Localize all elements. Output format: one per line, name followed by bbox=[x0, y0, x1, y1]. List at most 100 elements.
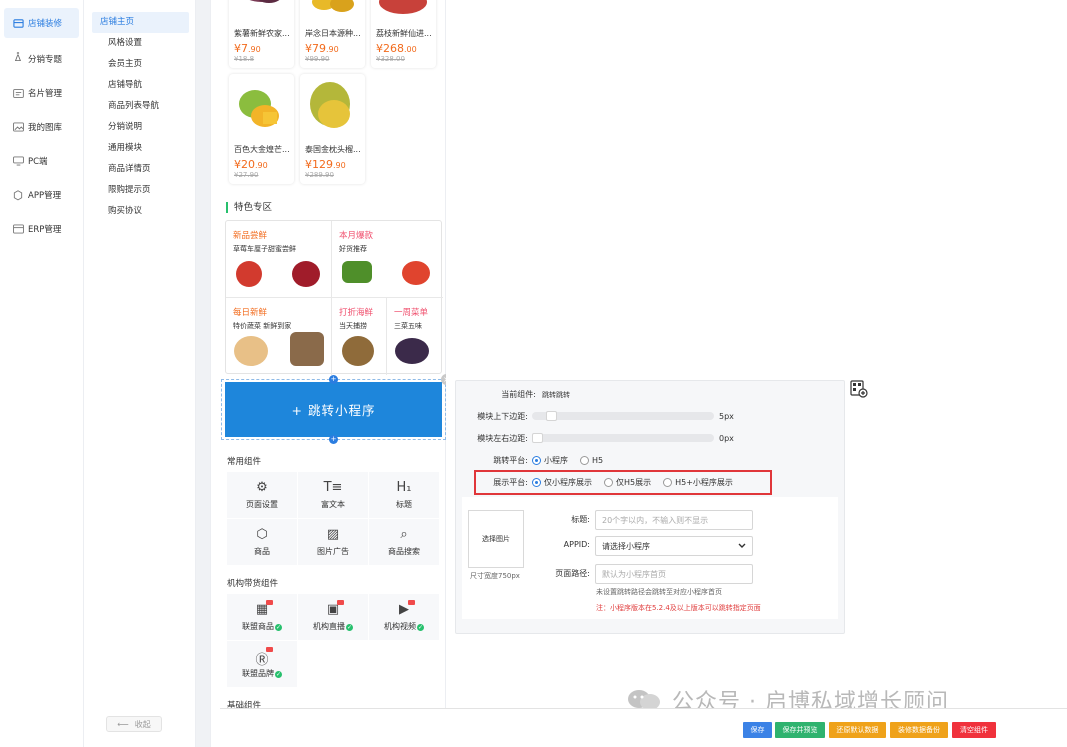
platform-radio-miniprogram[interactable]: 小程序 bbox=[532, 455, 568, 466]
collapse-icon: ⟵ bbox=[117, 719, 129, 729]
version-warning: 注：小程序版本在5.2.4及以上版本可以跳转指定页面 bbox=[596, 604, 761, 612]
current-component-value: 跳转跳转 bbox=[542, 390, 570, 399]
component-goods-search[interactable]: ⌕ 商品搜索 bbox=[369, 519, 439, 565]
subnav-item-agreement[interactable]: 购买协议 bbox=[92, 201, 189, 222]
component-page-settings[interactable]: ⚙ 页面设置 bbox=[227, 472, 297, 518]
nav-label: 店铺装修 bbox=[28, 19, 63, 29]
rich-text-icon: T≡ bbox=[323, 480, 343, 495]
feature-cell-title: 每日新鲜 bbox=[233, 308, 268, 318]
subnav-item-common-module[interactable]: 通用模块 bbox=[92, 138, 189, 159]
product-price: ¥79.90 bbox=[305, 42, 339, 55]
component-alliance-brand[interactable]: Ⓡ 联盟品牌 ✓ bbox=[227, 641, 297, 687]
product-name: 百色大金煌芒... bbox=[234, 145, 290, 154]
subnav-item-style[interactable]: 风格设置 bbox=[92, 33, 189, 54]
org-components-title: 机构带货组件 bbox=[227, 579, 279, 589]
margin-tb-slider[interactable] bbox=[532, 411, 714, 421]
nav-label: 我的图库 bbox=[28, 123, 63, 133]
product-image bbox=[300, 0, 365, 24]
subnav-item-member[interactable]: 会员主页 bbox=[92, 54, 189, 75]
component-org-video[interactable]: ▶ 机构视频 ✓ bbox=[369, 594, 439, 640]
subnav-item-goods-list-nav[interactable]: 商品列表导航 bbox=[92, 96, 189, 117]
feature-cell[interactable]: 一周菜单 三菜五味 bbox=[387, 298, 443, 375]
title-field-label: 标题: bbox=[571, 515, 590, 524]
erp-icon bbox=[12, 223, 24, 235]
feature-cell[interactable]: 打折海鲜 当天捕捞 bbox=[332, 298, 387, 375]
margin-lr-slider-handle[interactable] bbox=[532, 433, 543, 443]
component-image-ad[interactable]: ▨ 图片广告 bbox=[298, 519, 368, 565]
margin-lr-slider[interactable] bbox=[532, 433, 714, 443]
check-icon: ✓ bbox=[275, 624, 282, 631]
feature-cell-title: 新品尝鲜 bbox=[233, 231, 268, 241]
feature-section-title: 特色专区 bbox=[226, 202, 272, 213]
select-image-button[interactable]: 选择图片 bbox=[468, 510, 524, 568]
feature-cell-subtitle: 好货推荐 bbox=[339, 245, 367, 253]
editor-workspace bbox=[446, 0, 1067, 747]
product-row: 百色大金煌芒... ¥20.90 ¥27.90 泰国金枕头榴... ¥129.9… bbox=[229, 74, 365, 184]
add-below-icon[interactable]: + bbox=[329, 435, 338, 444]
image-icon: ▨ bbox=[326, 527, 340, 542]
path-input[interactable]: 默认为小程序首页 bbox=[595, 564, 753, 584]
new-badge bbox=[408, 600, 415, 605]
appid-select[interactable]: 请选择小程序 bbox=[595, 536, 753, 556]
cherry-image bbox=[292, 261, 320, 287]
nav-item-app[interactable]: APP管理 bbox=[0, 178, 83, 212]
feature-cell-subtitle: 三菜五味 bbox=[394, 322, 422, 330]
component-goods[interactable]: ⬡ 商品 bbox=[227, 519, 297, 565]
secondary-nav: 店铺主页 风格设置 会员主页 店铺导航 商品列表导航 分销说明 通用模块 商品详… bbox=[84, 0, 196, 747]
qrcode-preview-icon[interactable] bbox=[850, 380, 868, 398]
primary-nav: 店铺装修 ᐂ 分销专题 名片管理 我的图库 PC端 APP管理 ERP管理 bbox=[0, 0, 84, 747]
platform-radio-h5[interactable]: H5 bbox=[580, 455, 603, 466]
subnav-item-home[interactable]: 店铺主页 bbox=[92, 12, 189, 33]
subnav-item-shop-nav[interactable]: 店铺导航 bbox=[92, 75, 189, 96]
settings-icon: ⚙ bbox=[256, 480, 268, 495]
current-component-label: 当前组件: bbox=[501, 390, 536, 399]
component-alliance-goods[interactable]: ▦ 联盟商品 ✓ bbox=[227, 594, 297, 640]
feature-grid[interactable]: 新品尝鲜 草莓车厘子甜蜜尝鲜 本月爆款 好货推荐 每日新鲜 特价蔬菜 新鲜到家 … bbox=[225, 220, 443, 375]
subnav-item-limit-tip[interactable]: 限购提示页 bbox=[92, 180, 189, 201]
jump-mini-program-component[interactable]: + 跳转小程序 bbox=[225, 382, 442, 437]
org-components-grid: ▦ 联盟商品 ✓ ▣ 机构直播 ✓ ▶ 机构视频 ✓ Ⓡ 联盟品牌 ✓ bbox=[227, 594, 439, 687]
component-heading[interactable]: H₁ 标题 bbox=[369, 472, 439, 518]
check-icon: ✓ bbox=[346, 624, 353, 631]
nav-item-shop-decoration[interactable]: 店铺装修 bbox=[4, 8, 79, 38]
backup-button[interactable]: 装修数据备份 bbox=[890, 722, 948, 738]
seafood-image bbox=[342, 336, 374, 366]
monitor-icon bbox=[12, 155, 24, 167]
product-card[interactable]: 荔枝新鲜仙进... ¥268.00 ¥328.00 bbox=[371, 0, 436, 68]
search-icon: ⌕ bbox=[400, 527, 408, 542]
eggs-image bbox=[234, 336, 268, 366]
save-button[interactable]: 保存 bbox=[743, 722, 772, 738]
product-card[interactable]: 紫薯新鲜农家... ¥7.90 ¥18.8 bbox=[229, 0, 294, 68]
strawberry-image bbox=[236, 261, 262, 287]
app-icon bbox=[12, 189, 24, 201]
path-field-label: 页面路径: bbox=[555, 569, 590, 578]
margin-tb-slider-handle[interactable] bbox=[546, 411, 557, 421]
add-above-icon[interactable]: + bbox=[329, 375, 338, 384]
clear-components-button[interactable]: 清空组件 bbox=[952, 722, 996, 738]
chevron-down-icon bbox=[738, 542, 746, 551]
margin-lr-row: 模块左右边距: bbox=[460, 433, 528, 444]
feature-cell-title: 一周菜单 bbox=[394, 308, 429, 318]
nav-item-card[interactable]: 名片管理 bbox=[0, 76, 83, 110]
feature-cell-subtitle: 特价蔬菜 新鲜到家 bbox=[233, 322, 292, 330]
product-card[interactable]: 岸念日本源种... ¥79.90 ¥99.90 bbox=[300, 0, 365, 68]
nav-item-distribution[interactable]: ᐂ 分销专题 bbox=[0, 42, 83, 76]
feature-cell[interactable]: 每日新鲜 特价蔬菜 新鲜到家 bbox=[226, 298, 332, 375]
title-input[interactable]: 20个字以内，不输入则不显示 bbox=[595, 510, 753, 530]
nav-item-erp[interactable]: ERP管理 bbox=[0, 212, 83, 246]
nav-item-gallery[interactable]: 我的图库 bbox=[0, 110, 83, 144]
component-rich-text[interactable]: T≡ 富文本 bbox=[298, 472, 368, 518]
restore-default-button[interactable]: 还原默认数据 bbox=[829, 722, 886, 738]
product-card[interactable]: 泰国金枕头榴... ¥129.90 ¥289.90 bbox=[300, 74, 365, 184]
feature-cell[interactable]: 新品尝鲜 草莓车厘子甜蜜尝鲜 bbox=[226, 221, 332, 298]
collapse-button[interactable]: ⟵ 收起 bbox=[106, 716, 162, 732]
component-org-live[interactable]: ▣ 机构直播 ✓ bbox=[298, 594, 368, 640]
nav-label: 名片管理 bbox=[28, 89, 63, 99]
nav-item-pc[interactable]: PC端 bbox=[0, 144, 83, 178]
subnav-item-distribution-desc[interactable]: 分销说明 bbox=[92, 117, 189, 138]
feature-cell[interactable]: 本月爆款 好货推荐 bbox=[332, 221, 443, 298]
product-card[interactable]: 百色大金煌芒... ¥20.90 ¥27.90 bbox=[229, 74, 294, 184]
subnav-item-goods-detail[interactable]: 商品详情页 bbox=[92, 159, 189, 180]
product-old-price: ¥289.90 bbox=[305, 171, 334, 179]
save-preview-button[interactable]: 保存并预览 bbox=[775, 722, 825, 738]
